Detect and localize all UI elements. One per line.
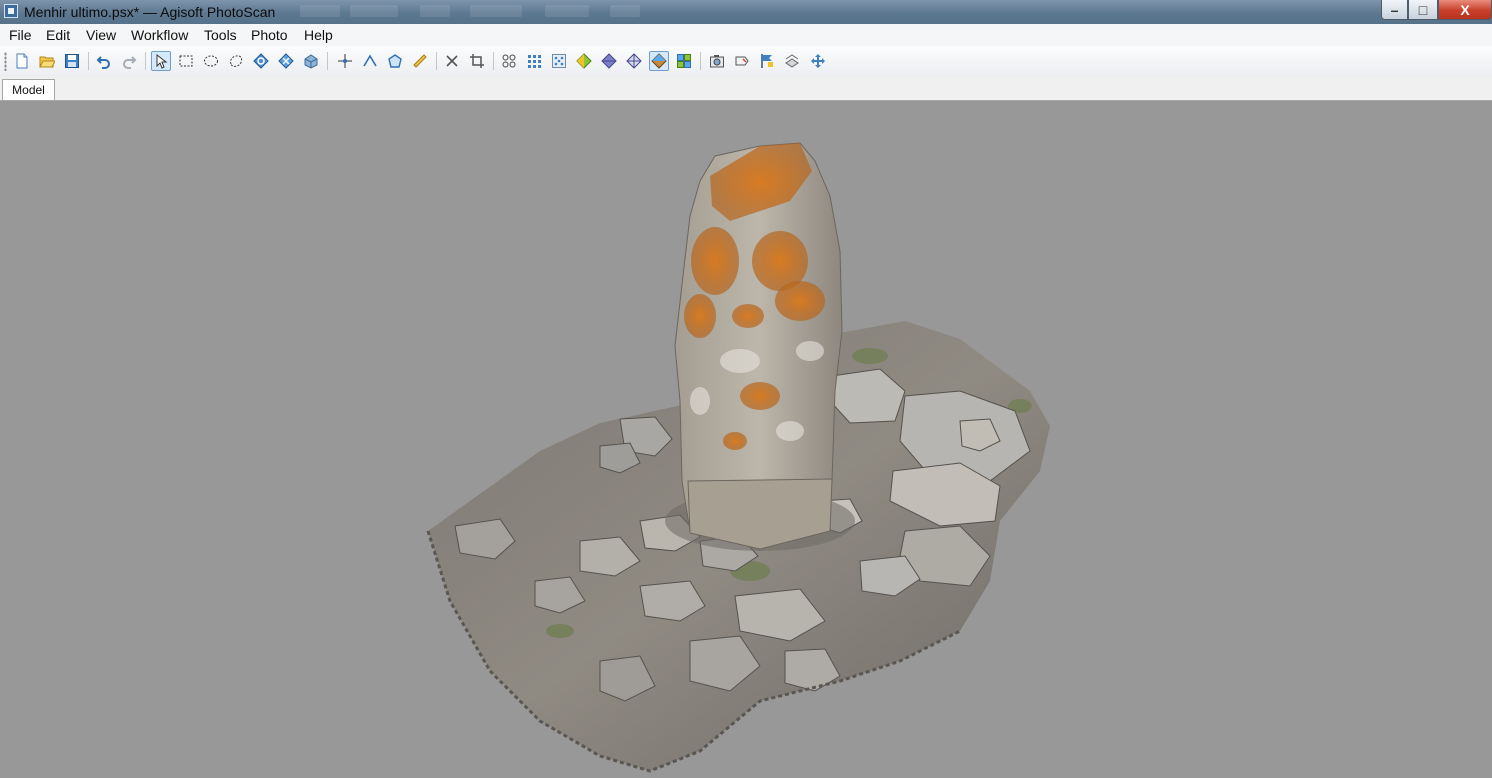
ruler-icon[interactable] — [410, 51, 430, 71]
tab-bar — [0, 77, 1492, 101]
free-form-selection-icon[interactable] — [226, 51, 246, 71]
maximize-icon: □ — [1418, 1, 1428, 18]
title-reflection — [610, 5, 640, 17]
show-cameras-icon[interactable] — [499, 51, 519, 71]
show-region-icon[interactable] — [782, 51, 802, 71]
menu-tools[interactable]: Tools — [203, 27, 238, 43]
textured-model-icon[interactable] — [649, 51, 669, 71]
redo-icon[interactable] — [119, 51, 139, 71]
menu-view[interactable]: View — [85, 27, 117, 43]
maximize-button[interactable]: □ — [1408, 0, 1438, 20]
window-title: Menhir ultimo.psx* — Agisoft PhotoScan — [24, 4, 276, 20]
minimize-icon: – — [1390, 1, 1399, 18]
new-document-icon[interactable] — [12, 51, 32, 71]
menu-workflow[interactable]: Workflow — [130, 27, 189, 43]
navigation-cursor-icon[interactable] — [151, 51, 171, 71]
open-folder-icon[interactable] — [37, 51, 57, 71]
title-reflection — [350, 5, 398, 17]
tab-model[interactable]: Model — [2, 79, 55, 100]
menu-photo[interactable]: Photo — [250, 27, 289, 43]
model-viewport[interactable] — [0, 101, 1492, 778]
show-tiled-model-icon[interactable] — [674, 51, 694, 71]
undo-icon[interactable] — [94, 51, 114, 71]
toolbar-separator — [493, 52, 494, 70]
show-markers-icon[interactable] — [757, 51, 777, 71]
title-reflection — [420, 5, 450, 17]
menu-bar: File Edit View Workflow Tools Photo Help — [0, 24, 1492, 46]
toolbar-separator — [145, 52, 146, 70]
title-reflection — [300, 5, 340, 17]
crop-selection-icon[interactable] — [467, 51, 487, 71]
show-dense-cloud-icon[interactable] — [549, 51, 569, 71]
rotate-object-icon[interactable] — [251, 51, 271, 71]
shaded-model-icon[interactable] — [574, 51, 594, 71]
toolbar-separator — [436, 52, 437, 70]
show-cameras-photo-icon[interactable] — [707, 51, 727, 71]
menu-file[interactable]: File — [8, 27, 33, 43]
minimize-button[interactable]: – — [1381, 0, 1408, 20]
menu-help[interactable]: Help — [303, 27, 334, 43]
solid-model-icon[interactable] — [599, 51, 619, 71]
toolbar-separator — [327, 52, 328, 70]
draw-point-icon[interactable] — [335, 51, 355, 71]
title-bar: Menhir ultimo.psx* — Agisoft PhotoScan — [0, 0, 1492, 24]
toolbar-grip[interactable] — [4, 52, 7, 71]
toolbar-separator — [88, 52, 89, 70]
ellipse-selection-icon[interactable] — [201, 51, 221, 71]
scale-object-icon[interactable] — [301, 51, 321, 71]
delete-selection-icon[interactable] — [442, 51, 462, 71]
draw-polyline-icon[interactable] — [360, 51, 380, 71]
show-point-cloud-icon[interactable] — [524, 51, 544, 71]
menu-edit[interactable]: Edit — [45, 27, 71, 43]
title-reflection — [545, 5, 589, 17]
wireframe-model-icon[interactable] — [624, 51, 644, 71]
textured-3d-model — [426, 142, 1050, 773]
move-object-icon[interactable] — [276, 51, 296, 71]
rectangle-selection-icon[interactable] — [176, 51, 196, 71]
reset-view-icon[interactable] — [808, 51, 828, 71]
title-reflection — [470, 5, 522, 17]
draw-polygon-icon[interactable] — [385, 51, 405, 71]
close-icon: X — [1460, 1, 1470, 18]
app-icon — [4, 4, 18, 18]
show-shapes-icon[interactable] — [732, 51, 752, 71]
close-button[interactable]: X — [1438, 0, 1492, 20]
toolbar-separator — [700, 52, 701, 70]
save-icon[interactable] — [62, 51, 82, 71]
